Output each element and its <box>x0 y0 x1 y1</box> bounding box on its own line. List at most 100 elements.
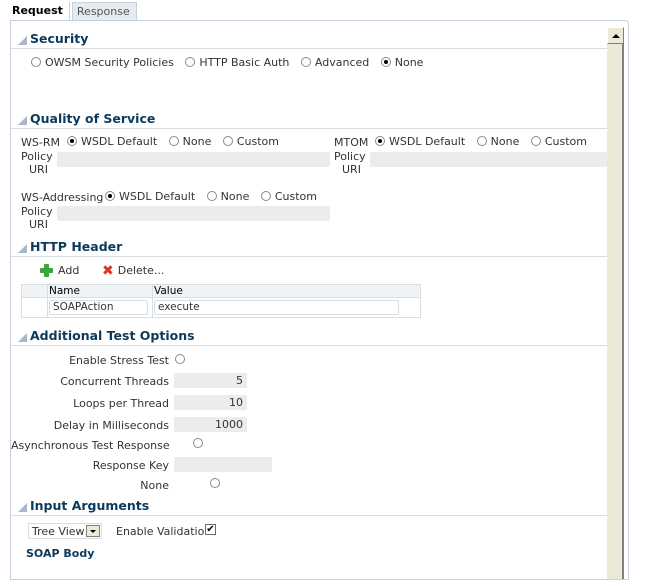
loops-per-thread-label: Loops per Thread <box>73 397 169 410</box>
radio-mtom-none[interactable]: None <box>476 135 519 148</box>
view-select[interactable]: Tree View <box>28 523 102 539</box>
response-key-label: Response Key <box>92 459 169 472</box>
radio-wsa-none[interactable]: None <box>206 190 250 203</box>
radio-icon[interactable] <box>260 191 271 201</box>
delete-header-button[interactable]: ✖ Delete... <box>102 262 165 279</box>
section-title: Quality of Service <box>30 111 156 126</box>
radio-label: Custom <box>274 190 318 203</box>
chevron-down-icon[interactable] <box>86 525 100 537</box>
radio-wsa-custom[interactable]: Custom <box>260 190 318 203</box>
http-header-table: Name Value SOAPAction execute <box>21 284 421 318</box>
mtom-uri-label: URI <box>342 163 361 176</box>
wsa-policy-uri-input[interactable] <box>57 206 330 221</box>
radio-icon[interactable] <box>476 136 487 146</box>
wsrm-uri-label: URI <box>29 163 48 176</box>
add-label: Add <box>58 264 80 277</box>
tab-request[interactable]: Request <box>8 2 70 21</box>
radio-wsrm-none[interactable]: None <box>168 135 212 148</box>
concurrent-threads-input[interactable]: 5 <box>174 373 247 388</box>
wsa-policy-label: Policy <box>21 205 53 218</box>
mtom-options: WSDL Default None Custom <box>375 135 595 148</box>
radio-label: Custom <box>236 135 280 148</box>
mtom-policy-label: Policy <box>334 150 366 163</box>
radio-label: None <box>394 56 424 69</box>
enable-stress-test-label: Enable Stress Test <box>69 354 169 367</box>
enable-stress-test-radio[interactable] <box>175 354 185 364</box>
enable-validation-checkbox[interactable]: ✔ <box>205 524 216 535</box>
radio-label: WSDL Default <box>119 190 196 203</box>
radio-label: WSDL Default <box>81 135 158 148</box>
section-title: Security <box>30 31 89 46</box>
delay-input[interactable]: 1000 <box>174 417 247 432</box>
http-header-section-header: HTTP Header <box>11 237 607 257</box>
radio-wsa-wsdl-default[interactable]: WSDL Default <box>105 190 195 203</box>
radio-icon[interactable] <box>300 57 311 67</box>
radio-checked-icon[interactable] <box>67 136 77 146</box>
radio-label: WSDL Default <box>389 135 466 148</box>
view-select-value: Tree View <box>32 525 85 538</box>
row-selector[interactable] <box>22 298 48 317</box>
disclosure-triangle-icon[interactable] <box>18 116 27 125</box>
concurrent-threads-label: Concurrent Threads <box>60 375 169 388</box>
none-radio[interactable] <box>210 478 220 488</box>
radio-checked-icon[interactable] <box>105 191 115 201</box>
radio-owsm[interactable]: OWSM Security Policies <box>31 56 174 69</box>
header-value-input[interactable]: execute <box>154 300 399 315</box>
radio-label: None <box>220 190 250 203</box>
mtom-policy-uri-input[interactable] <box>370 152 607 167</box>
wsaddressing-label: WS-Addressing <box>21 191 104 204</box>
delay-label: Delay in Milliseconds <box>53 419 169 432</box>
radio-mtom-custom[interactable]: Custom <box>530 135 587 148</box>
radio-icon[interactable] <box>530 136 541 146</box>
loops-per-thread-input[interactable]: 10 <box>174 395 247 410</box>
radio-icon[interactable] <box>222 136 233 146</box>
radio-wsrm-custom[interactable]: Custom <box>222 135 280 148</box>
vertical-scrollbar[interactable] <box>607 27 624 579</box>
none-label: None <box>140 479 169 492</box>
disclosure-triangle-icon[interactable] <box>18 333 27 342</box>
radio-label: None <box>182 135 212 148</box>
disclosure-triangle-icon[interactable] <box>18 503 27 512</box>
response-key-input[interactable] <box>174 457 272 472</box>
radio-checked-icon[interactable] <box>375 136 385 146</box>
request-panel: Security OWSM Security Policies HTTP Bas… <box>10 20 629 580</box>
enable-validation-label: Enable Validation <box>116 525 212 538</box>
tab-response[interactable]: Response <box>71 2 137 21</box>
radio-icon[interactable] <box>31 57 41 67</box>
tab-bar: Request Response <box>8 2 137 21</box>
column-header-value[interactable]: Value <box>153 285 420 297</box>
add-header-button[interactable]: Add <box>40 264 79 277</box>
wsa-uri-label: URI <box>29 218 48 231</box>
mtom-label: MTOM <box>334 136 369 149</box>
radio-mtom-wsdl-default[interactable]: WSDL Default <box>375 135 465 148</box>
wsrm-label: WS-RM <box>21 136 60 149</box>
header-name-input[interactable]: SOAPAction <box>49 300 148 315</box>
table-header: Name Value <box>22 285 420 298</box>
scroll-up-button[interactable] <box>607 27 624 44</box>
radio-icon[interactable] <box>168 136 179 146</box>
radio-http-basic-auth[interactable]: HTTP Basic Auth <box>185 56 289 69</box>
input-arguments-section-header: Input Arguments <box>11 496 607 516</box>
radio-label: Advanced <box>314 56 370 69</box>
radio-checked-icon[interactable] <box>380 57 391 67</box>
radio-advanced[interactable]: Advanced <box>300 56 370 69</box>
disclosure-triangle-icon[interactable] <box>18 244 27 253</box>
delete-label: Delete... <box>117 264 165 277</box>
delete-icon: ✖ <box>102 262 114 279</box>
security-options: OWSM Security Policies HTTP Basic Auth A… <box>31 56 431 69</box>
table-row[interactable]: SOAPAction execute <box>22 298 420 317</box>
disclosure-triangle-icon[interactable] <box>18 36 27 45</box>
wsrm-policy-uri-input[interactable] <box>57 152 330 167</box>
arrow-up-icon <box>611 33 620 38</box>
radio-icon[interactable] <box>206 191 217 201</box>
qos-section-header: Quality of Service <box>11 109 607 129</box>
wsrm-options: WSDL Default None Custom <box>67 135 287 148</box>
section-title: HTTP Header <box>30 239 123 254</box>
column-header-name[interactable]: Name <box>48 285 153 297</box>
section-title: Input Arguments <box>30 498 150 513</box>
radio-none[interactable]: None <box>380 56 424 69</box>
async-test-response-radio[interactable] <box>192 438 203 448</box>
radio-icon[interactable] <box>185 57 196 67</box>
radio-wsrm-wsdl-default[interactable]: WSDL Default <box>67 135 157 148</box>
radio-label: OWSM Security Policies <box>45 56 174 69</box>
